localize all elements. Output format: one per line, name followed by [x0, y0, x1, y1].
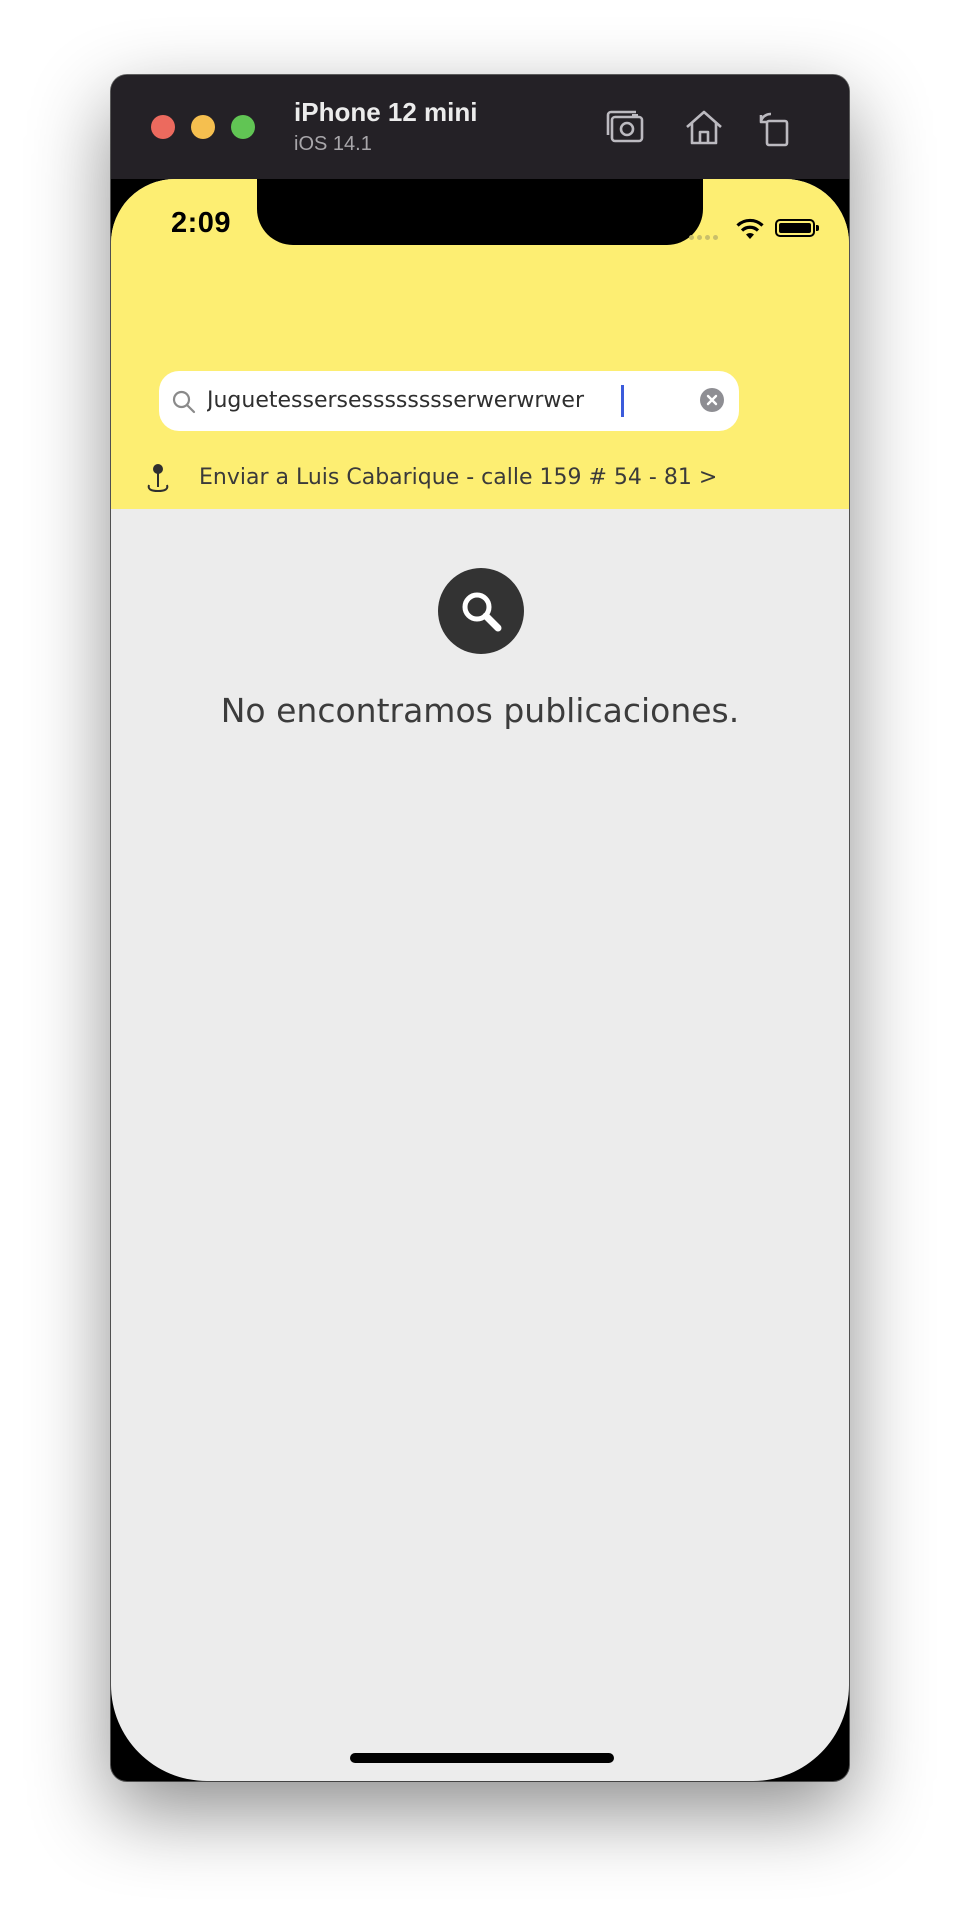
- home-icon[interactable]: [682, 105, 726, 149]
- signal-icon: [689, 227, 721, 245]
- close-window-button[interactable]: [151, 115, 175, 139]
- home-indicator[interactable]: [350, 1753, 614, 1763]
- device-notch: [257, 179, 703, 245]
- search-bar[interactable]: [159, 371, 739, 431]
- status-icons: [689, 215, 839, 243]
- battery-icon: [775, 219, 819, 237]
- search-input[interactable]: [207, 379, 677, 423]
- device-screen: 2:09 Juguetessersesssssssserwerwrwer Env…: [111, 179, 849, 1781]
- shipping-address-label: Enviar a Luis Cabarique - calle 159 # 54…: [199, 465, 718, 490]
- empty-state-message: No encontramos publicaciones.: [220, 691, 740, 730]
- text-caret: [621, 385, 624, 417]
- maximize-window-button[interactable]: [231, 115, 255, 139]
- shipping-address-link[interactable]: Enviar a Luis Cabarique - calle 159 # 54…: [145, 461, 805, 497]
- rotate-icon[interactable]: [753, 105, 797, 149]
- search-icon: [172, 390, 196, 414]
- minimize-window-button[interactable]: [191, 115, 215, 139]
- empty-search-icon: [438, 568, 524, 654]
- status-time: 2:09: [171, 207, 232, 239]
- os-version: iOS 14.1: [294, 133, 372, 155]
- screenshot-icon[interactable]: [604, 105, 648, 149]
- simulator-titlebar: iPhone 12 mini iOS 14.1: [111, 75, 849, 179]
- simulator-window: iPhone 12 mini iOS 14.1 2:09 Juguetesser…: [111, 75, 849, 1781]
- location-pin-icon: [147, 464, 169, 493]
- device-name: iPhone 12 mini: [294, 97, 478, 127]
- wifi-icon: [736, 218, 764, 239]
- clear-icon[interactable]: [700, 388, 724, 412]
